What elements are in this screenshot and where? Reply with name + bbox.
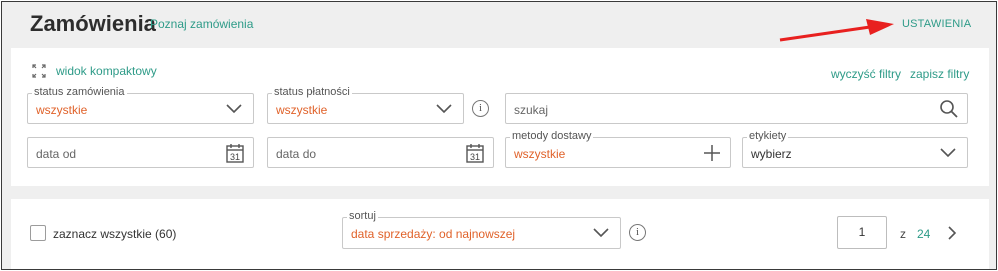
search-placeholder: szukaj (514, 103, 549, 117)
chevron-right-icon[interactable] (945, 225, 959, 241)
date-to-placeholder: data do (276, 147, 317, 161)
save-filters-link[interactable]: zapisz filtry (910, 67, 969, 81)
plus-icon[interactable] (702, 143, 722, 163)
compact-view-label: widok kompaktowy (56, 64, 157, 78)
calendar-icon[interactable]: 31 (225, 143, 245, 163)
sort-select[interactable]: sortuj data sprzedaży: od najnowszej (342, 210, 621, 249)
learn-orders-link[interactable]: Poznaj zamówienia (150, 17, 253, 31)
payment-status-info-icon[interactable]: i (472, 100, 489, 117)
labels-label: etykiety (747, 130, 789, 143)
page-title: Zamówienia (30, 11, 156, 36)
select-all-checkbox[interactable] (30, 225, 46, 241)
chevron-down-icon (436, 104, 452, 114)
chevron-down-icon (593, 228, 609, 238)
chevron-down-icon (940, 148, 956, 158)
sort-label: sortuj (347, 210, 378, 223)
labels-value: wybierz (751, 147, 792, 161)
orders-page: Zamówienia Poznaj zamówienia USTAWIENIA … (1, 1, 997, 270)
svg-text:31: 31 (230, 152, 240, 162)
calendar-icon[interactable]: 31 (465, 143, 485, 163)
search-icon (940, 100, 958, 118)
total-pages-link[interactable]: 24 (917, 227, 930, 241)
svg-text:31: 31 (470, 152, 480, 162)
clear-filters-link[interactable]: wyczyść filtry (831, 67, 901, 81)
red-arrow-annotation (779, 19, 894, 42)
filters-panel: widok kompaktowy wyczyść filtry zapisz f… (11, 48, 989, 186)
payment-status-label: status płatności (272, 86, 352, 99)
order-status-select[interactable]: status zamówienia wszystkie (27, 86, 254, 124)
order-status-label: status zamówienia (32, 86, 127, 99)
date-from-input[interactable]: data od 31 (27, 137, 254, 168)
list-toolbar: zaznacz wszystkie (60) sortuj data sprze… (11, 199, 989, 269)
expand-icon (32, 64, 46, 78)
select-all-label: zaznacz wszystkie (60) (53, 227, 177, 241)
page-of-label: z (900, 227, 906, 241)
date-to-input[interactable]: data do 31 (267, 137, 494, 168)
sort-info-icon[interactable]: i (629, 224, 646, 241)
chevron-down-icon (226, 104, 242, 114)
delivery-methods-label: metody dostawy (510, 130, 594, 143)
settings-link[interactable]: USTAWIENIA (902, 18, 971, 30)
search-input[interactable]: szukaj (505, 93, 968, 124)
payment-status-value: wszystkie (276, 103, 328, 117)
delivery-methods-value: wszystkie (514, 147, 566, 161)
sort-value: data sprzedaży: od najnowszej (351, 227, 516, 241)
page-number-input[interactable]: 1 (837, 216, 887, 249)
order-status-value: wszystkie (36, 103, 88, 117)
payment-status-select[interactable]: status płatności wszystkie (267, 86, 464, 124)
date-from-placeholder: data od (36, 147, 77, 161)
delivery-methods-select[interactable]: metody dostawy wszystkie (505, 130, 731, 168)
labels-select[interactable]: etykiety wybierz (742, 130, 968, 168)
compact-view-toggle[interactable]: widok kompaktowy (32, 64, 157, 78)
